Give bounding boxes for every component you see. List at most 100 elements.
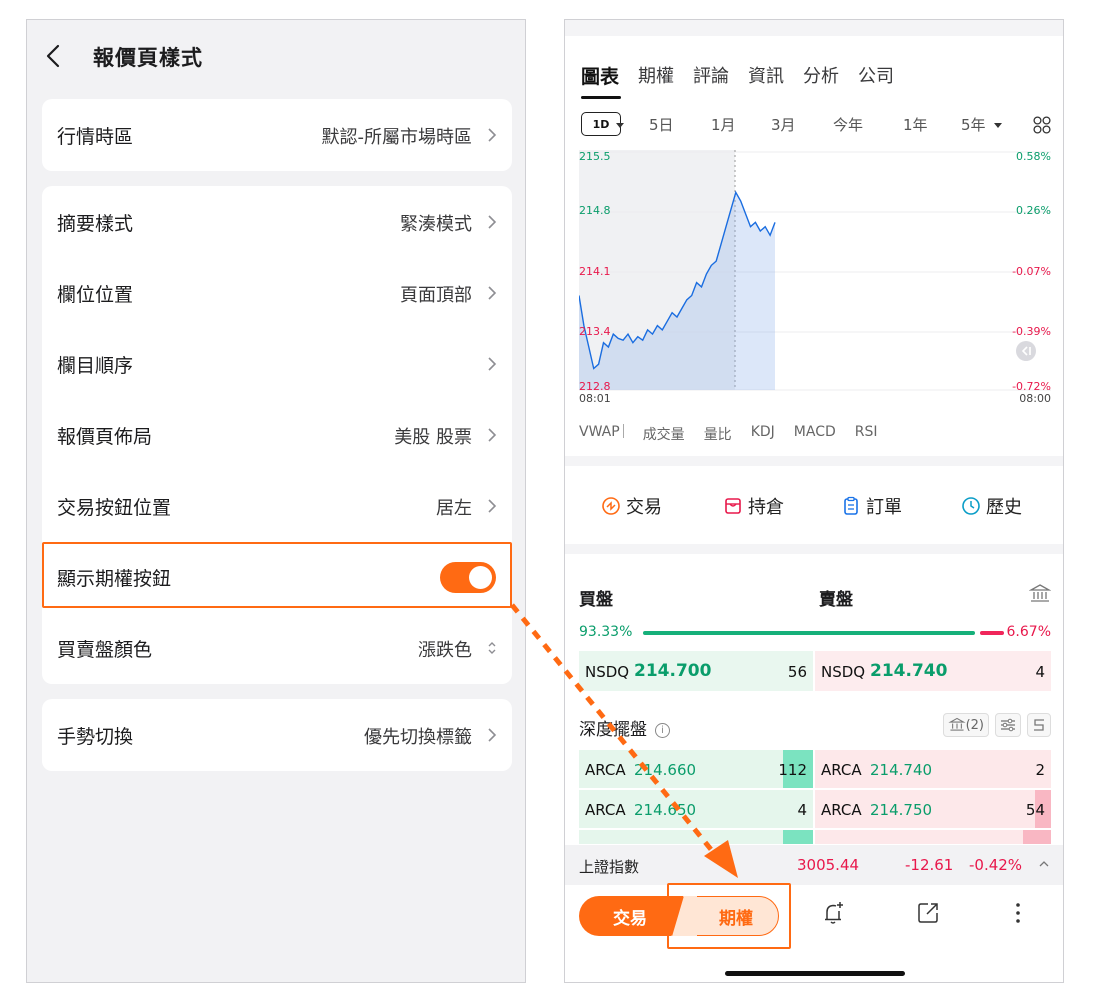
depth-bid[interactable]: ARCA 214.650 4 <box>579 790 813 828</box>
indicator-volume[interactable]: 成交量 <box>643 424 685 444</box>
period-1y[interactable]: 1年 <box>903 114 928 135</box>
chevron-right-icon <box>488 128 497 142</box>
depth-level-toggle[interactable] <box>1027 713 1051 737</box>
period-5y[interactable]: 5年 <box>961 114 986 135</box>
chevron-updown-icon <box>488 642 496 654</box>
ask-price: 214.740 <box>870 761 933 779</box>
period-selector: 1D 5日 1月 3月 今年 1年 5年 <box>579 112 1051 138</box>
settings-card-layout: 摘要樣式 緊湊模式 欄位位置 頁面頂部 欄目順序 報價頁佈局 美股 股票 交易按… <box>42 186 512 684</box>
indicator-bar: VWAP 成交量 量比 KDJ MACD RSI <box>579 424 897 444</box>
ask-ratio-bar <box>980 631 1004 635</box>
info-icon[interactable]: i <box>655 722 670 738</box>
tab-news[interactable]: 資訊 <box>748 62 784 89</box>
caret-down-icon <box>994 123 1002 128</box>
depth-bank-filter[interactable]: (2) <box>942 713 989 737</box>
index-ticker-bar[interactable]: 上證指數 3005.44 -12.61 -0.42% <box>565 845 1063 885</box>
settings-row-column-position[interactable]: 欄位位置 頁面頂部 <box>42 257 512 329</box>
chevron-right-icon <box>488 728 497 742</box>
action-trade[interactable]: 交易 <box>601 493 662 519</box>
period-3m[interactable]: 3月 <box>771 114 796 135</box>
positions-icon <box>725 498 741 514</box>
bid-size: 56 <box>787 663 807 681</box>
action-label: 歷史 <box>986 497 1022 518</box>
y-tick-right: 0.26% <box>1016 204 1051 217</box>
orders-icon <box>844 496 858 515</box>
grid-menu-icon[interactable] <box>1033 116 1051 134</box>
action-row: 交易 持倉 訂單 歷史 <box>565 487 1063 523</box>
tab-chart[interactable]: 圖表 <box>581 62 622 99</box>
period-ytd[interactable]: 今年 <box>833 114 863 135</box>
indicator-vwap[interactable]: VWAP <box>579 424 620 444</box>
tab-analysis[interactable]: 分析 <box>803 62 839 89</box>
ask-size-fill <box>1023 830 1051 844</box>
index-percent: -0.42% <box>969 856 1023 874</box>
indicator-kdj[interactable]: KDJ <box>751 424 775 444</box>
settings-row-gesture-switch[interactable]: 手勢切換 優先切換標籤 <box>42 699 512 771</box>
depth-ask[interactable]: ARCA 214.740 2 <box>815 750 1051 788</box>
row-value: 美股 股票 <box>394 427 472 448</box>
settings-row-column-order[interactable]: 欄目順序 <box>42 328 512 400</box>
section-divider <box>565 456 1063 466</box>
period-1m[interactable]: 1月 <box>711 114 736 135</box>
bank-icon[interactable] <box>1029 583 1051 605</box>
index-name: 上證指數 <box>579 858 640 876</box>
y-tick-left: 214.1 <box>579 265 611 278</box>
bottom-toolbar: 交易 期權 <box>565 883 1063 956</box>
tab-company[interactable]: 公司 <box>858 62 894 89</box>
x-tick-end: 08:00 <box>1019 392 1051 405</box>
intraday-chart[interactable]: 215.5 214.8 214.1 213.4 212.8 0.58% 0.26… <box>579 150 1051 406</box>
x-tick-start: 08:01 <box>579 392 611 405</box>
bid-exchange: ARCA <box>585 801 626 819</box>
depth-ask[interactable]: ARCA 214.750 54 <box>815 790 1051 828</box>
highlight-options-button <box>667 883 791 949</box>
settings-row-quote-layout[interactable]: 報價頁佈局 美股 股票 <box>42 399 512 471</box>
row-label: 買賣盤顏色 <box>57 639 153 661</box>
action-history[interactable]: 歷史 <box>961 493 1022 519</box>
bid-size: 112 <box>778 761 807 779</box>
period-1d[interactable]: 1D <box>581 112 621 136</box>
collapse-chart-icon[interactable] <box>1015 340 1037 362</box>
y-tick-right: 0.58% <box>1016 150 1051 163</box>
action-positions[interactable]: 持倉 <box>723 493 784 519</box>
ask-title: 賣盤 <box>819 590 853 610</box>
bid-title: 買盤 <box>579 590 613 610</box>
action-orders[interactable]: 訂單 <box>841 493 902 519</box>
home-indicator <box>725 971 905 976</box>
back-arrow-icon[interactable] <box>43 43 65 69</box>
trade-label: 交易 <box>613 908 647 929</box>
settings-row-orderbook-color[interactable]: 買賣盤顏色 漲跌色 <box>42 612 512 684</box>
depth-header: 深度擺盤 i (2) <box>579 713 1051 740</box>
row-value: 優先切換標籤 <box>364 727 472 748</box>
indicator-macd[interactable]: MACD <box>794 424 836 444</box>
depth-ask <box>815 830 1051 844</box>
quote-screen: 圖表 期權 評論 資訊 分析 公司 1D 5日 1月 3月 今年 1年 5年 2… <box>564 19 1064 983</box>
ask-percent: 6.67% <box>1006 624 1051 640</box>
period-5d[interactable]: 5日 <box>649 114 674 135</box>
best-bid[interactable]: NSDQ 214.700 56 <box>579 651 813 691</box>
history-clock-icon <box>962 497 980 515</box>
highlight-options-toggle <box>42 542 512 608</box>
more-vertical-icon[interactable] <box>1005 900 1031 926</box>
depth-row: ARCA 214.660 112 ARCA 214.740 2 <box>579 750 1051 788</box>
bid-price: 214.650 <box>634 801 697 819</box>
chevron-up-icon[interactable] <box>1039 859 1049 869</box>
ask-size: 2 <box>1035 761 1045 779</box>
indicator-volume-ratio[interactable]: 量比 <box>704 424 732 444</box>
depth-row: ARCA 214.650 4 ARCA 214.750 54 <box>579 790 1051 828</box>
row-label: 摘要樣式 <box>57 213 134 235</box>
depth-row-partial <box>579 830 1051 844</box>
settings-row-trade-button-position[interactable]: 交易按鈕位置 居左 <box>42 470 512 542</box>
index-value: 3005.44 <box>797 856 860 874</box>
tab-comments[interactable]: 評論 <box>693 62 729 89</box>
action-label: 訂單 <box>866 497 902 518</box>
bell-add-icon[interactable] <box>821 900 847 926</box>
tab-options[interactable]: 期權 <box>638 62 674 89</box>
depth-bid[interactable]: ARCA 214.660 112 <box>579 750 813 788</box>
settings-row-timezone[interactable]: 行情時區 默認-所屬市場時區 <box>42 99 512 171</box>
indicator-rsi[interactable]: RSI <box>855 424 878 444</box>
settings-row-summary-style[interactable]: 摘要樣式 緊湊模式 <box>42 186 512 258</box>
depth-settings[interactable] <box>995 713 1021 737</box>
best-ask[interactable]: NSDQ 214.740 4 <box>815 651 1051 691</box>
share-icon[interactable] <box>915 900 941 926</box>
depth-tools: (2) <box>937 713 1051 737</box>
